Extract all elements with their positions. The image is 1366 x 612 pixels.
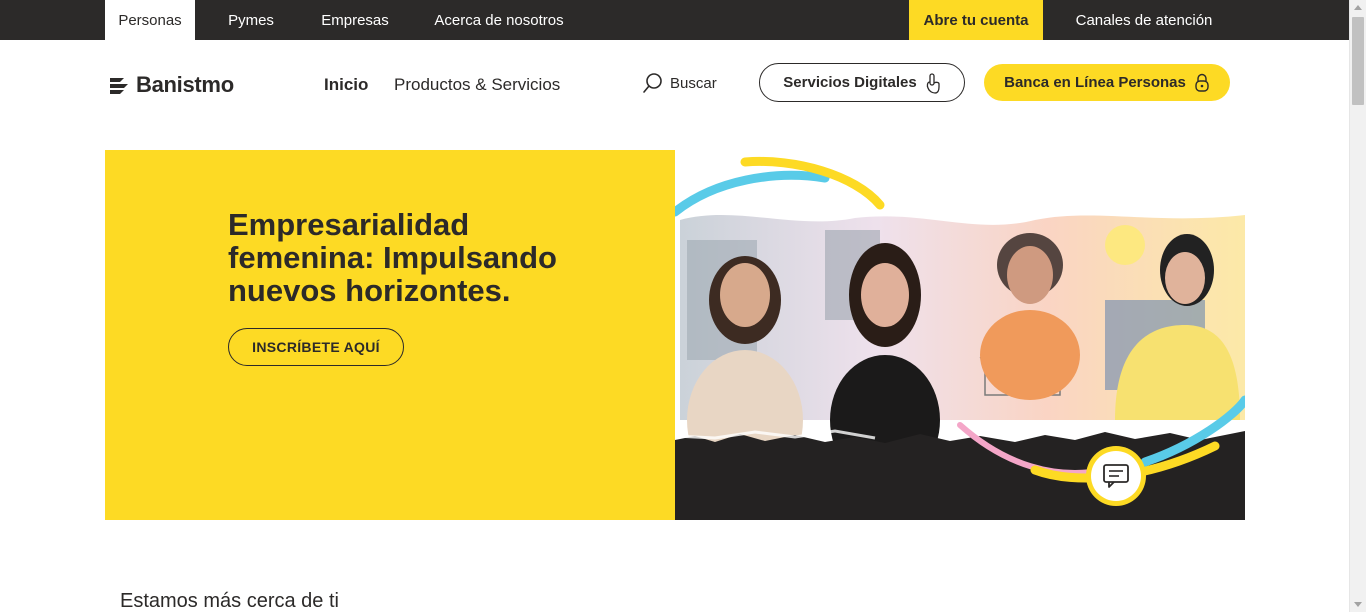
channels-link[interactable]: Canales de atención — [1060, 0, 1228, 40]
hero-title: Empresarialidad femenina: Impulsando nue… — [228, 207, 557, 308]
tab-personas[interactable]: Personas — [105, 0, 195, 40]
page-scrollbar[interactable] — [1349, 0, 1366, 612]
search-button[interactable]: Buscar — [642, 72, 717, 94]
scroll-down-arrow[interactable] — [1354, 602, 1362, 607]
logo-text: Banistmo — [136, 72, 234, 97]
chat-button[interactable] — [1086, 446, 1146, 506]
tab-acerca-de-nosotros[interactable]: Acerca de nosotros — [420, 0, 578, 40]
hero-image — [675, 150, 1245, 520]
online-banking-label: Banca en Línea Personas — [1004, 74, 1186, 91]
lock-icon — [1195, 73, 1209, 92]
digital-services-label: Servicios Digitales — [783, 74, 917, 91]
tab-pymes[interactable]: Pymes — [210, 0, 292, 40]
hero-illustration — [675, 156, 1245, 520]
digital-services-button[interactable]: Servicios Digitales — [759, 63, 965, 102]
chat-button-inner — [1091, 451, 1141, 501]
hero-banner: Empresarialidad femenina: Impulsando nue… — [105, 150, 675, 520]
banistmo-logo-icon — [110, 78, 128, 94]
open-account-button[interactable]: Abre tu cuenta — [909, 0, 1043, 40]
search-label: Buscar — [670, 74, 717, 92]
register-button[interactable]: INSCRÍBETE AQUÍ — [228, 328, 404, 366]
search-icon — [643, 73, 662, 93]
scroll-up-arrow[interactable] — [1354, 5, 1362, 10]
nav-inicio[interactable]: Inicio — [324, 75, 368, 95]
banistmo-logo[interactable]: Banistmo — [108, 72, 234, 98]
touch-icon — [926, 72, 940, 94]
section-title: Estamos más cerca de ti — [120, 590, 339, 612]
online-banking-button[interactable]: Banca en Línea Personas — [984, 64, 1230, 101]
scrollbar-thumb[interactable] — [1352, 17, 1364, 105]
chat-icon — [1103, 464, 1129, 488]
nav-productos-servicios[interactable]: Productos & Servicios — [394, 75, 560, 95]
top-navigation-bar: Personas Pymes Empresas Acerca de nosotr… — [0, 0, 1349, 40]
tab-empresas[interactable]: Empresas — [307, 0, 403, 40]
